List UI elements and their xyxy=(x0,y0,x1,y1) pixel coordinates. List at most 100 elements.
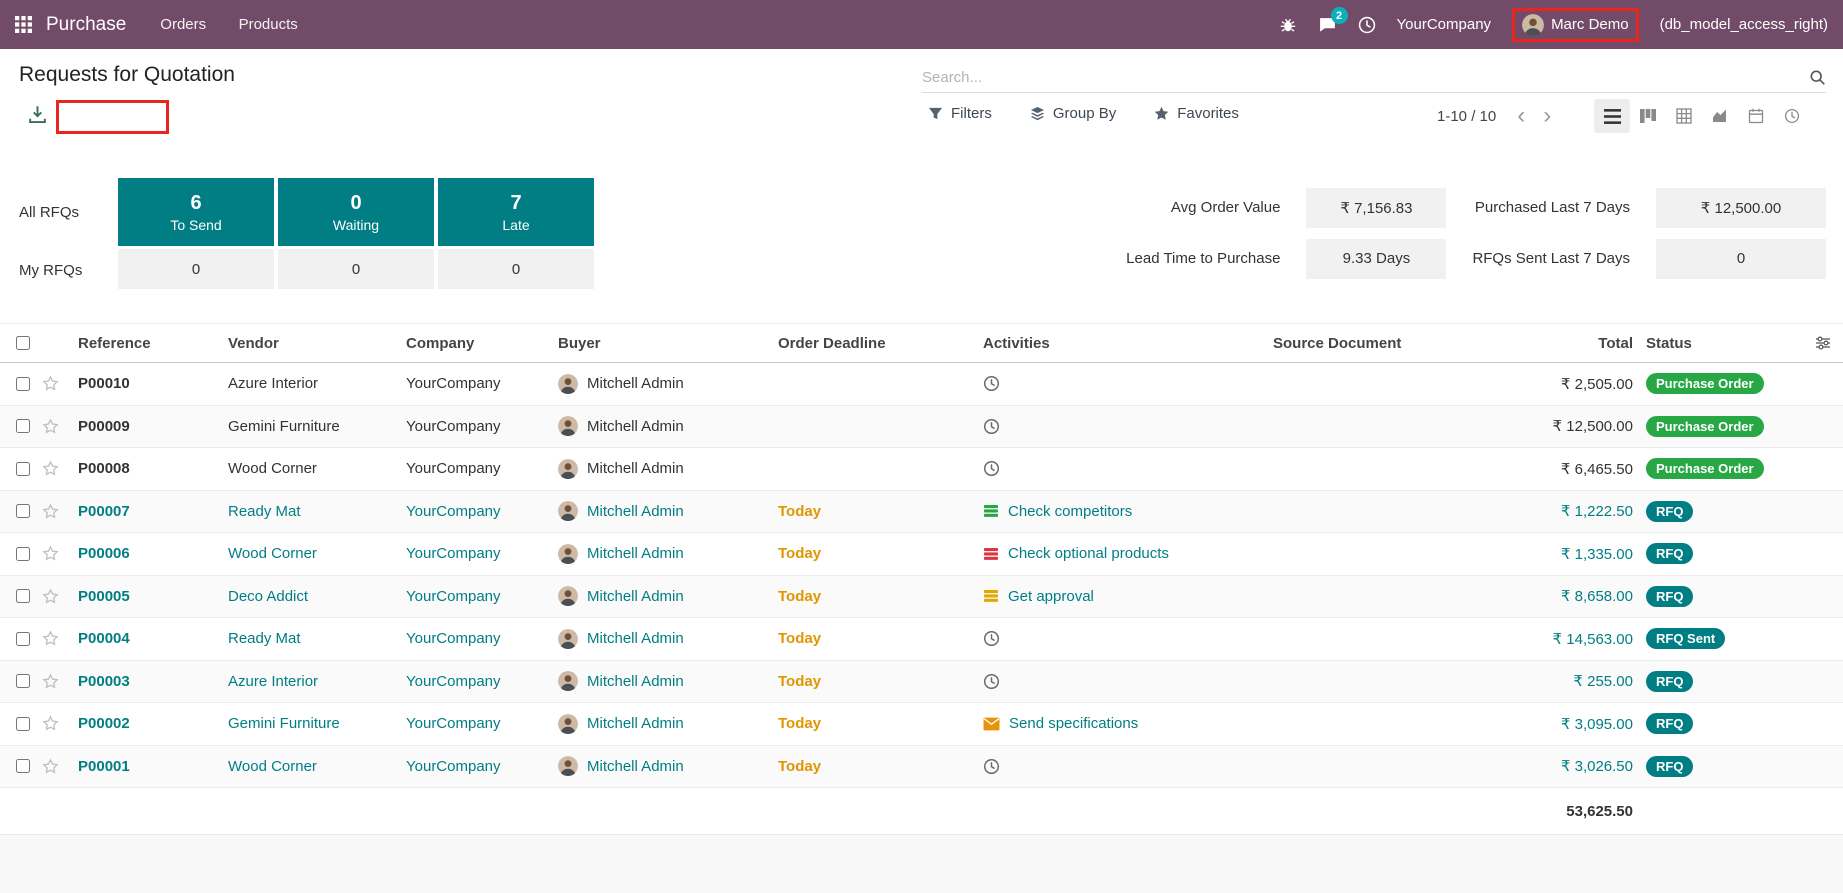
cell-reference[interactable]: P00006 xyxy=(78,545,228,562)
select-all-checkbox[interactable] xyxy=(16,336,30,350)
cell-company[interactable]: YourCompany xyxy=(406,460,558,477)
cell-buyer[interactable]: Mitchell Admin xyxy=(558,373,778,394)
cell-reference[interactable]: P00003 xyxy=(78,673,228,690)
cell-activities[interactable] xyxy=(983,673,1273,690)
cell-reference[interactable]: P00001 xyxy=(78,758,228,775)
header-total[interactable]: Total xyxy=(1508,335,1633,352)
header-activities[interactable]: Activities xyxy=(983,335,1273,352)
favorite-star-icon[interactable] xyxy=(42,418,78,435)
prev-page-chevron[interactable]: ‹ xyxy=(1512,104,1530,128)
optional-columns-icon[interactable] xyxy=(1803,335,1843,351)
cell-buyer[interactable]: Mitchell Admin xyxy=(558,458,778,479)
table-row[interactable]: P00010 Azure Interior YourCompany Mitche… xyxy=(0,363,1843,406)
bug-icon[interactable] xyxy=(1279,16,1297,34)
clock-icon[interactable] xyxy=(983,758,1000,775)
favorite-star-icon[interactable] xyxy=(42,503,78,520)
header-buyer[interactable]: Buyer xyxy=(558,335,778,352)
favorite-star-icon[interactable] xyxy=(42,375,78,392)
cell-reference[interactable]: P00010 xyxy=(78,375,228,392)
cell-vendor[interactable]: Gemini Furniture xyxy=(228,418,406,435)
favorite-star-icon[interactable] xyxy=(42,630,78,647)
card-waiting-my[interactable]: 0 xyxy=(278,249,434,289)
header-order-deadline[interactable]: Order Deadline xyxy=(778,335,983,352)
favorite-star-icon[interactable] xyxy=(42,673,78,690)
list-icon[interactable] xyxy=(983,503,999,519)
row-checkbox[interactable] xyxy=(16,631,30,646)
cell-company[interactable]: YourCompany xyxy=(406,503,558,520)
cell-vendor[interactable]: Deco Addict xyxy=(228,588,406,605)
cell-reference[interactable]: P00004 xyxy=(78,630,228,647)
cell-vendor[interactable]: Azure Interior xyxy=(228,673,406,690)
cell-activities[interactable] xyxy=(983,758,1273,775)
view-pivot-icon[interactable] xyxy=(1666,99,1702,133)
card-late[interactable]: 7 Late 0 xyxy=(438,178,594,289)
favorite-star-icon[interactable] xyxy=(42,588,78,605)
table-row[interactable]: P00007 Ready Mat YourCompany Mitchell Ad… xyxy=(0,490,1843,533)
activity-clock-icon[interactable] xyxy=(1358,16,1376,34)
row-checkbox[interactable] xyxy=(16,504,30,519)
table-row[interactable]: P00009 Gemini Furniture YourCompany Mitc… xyxy=(0,405,1843,448)
favorite-star-icon[interactable] xyxy=(42,715,78,732)
cell-buyer[interactable]: Mitchell Admin xyxy=(558,671,778,692)
row-checkbox[interactable] xyxy=(16,674,30,689)
table-row[interactable]: P00001 Wood Corner YourCompany Mitchell … xyxy=(0,745,1843,788)
cell-company[interactable]: YourCompany xyxy=(406,588,558,605)
search-input[interactable] xyxy=(922,69,1809,86)
cell-company[interactable]: YourCompany xyxy=(406,715,558,732)
cell-buyer[interactable]: Mitchell Admin xyxy=(558,501,778,522)
cell-activities[interactable]: Send specifications xyxy=(983,715,1273,732)
card-to-send[interactable]: 6 To Send 0 xyxy=(118,178,274,289)
card-to-send-my[interactable]: 0 xyxy=(118,249,274,289)
user-avatar[interactable] xyxy=(1522,13,1545,36)
view-calendar-icon[interactable] xyxy=(1738,99,1774,133)
view-list-icon[interactable] xyxy=(1594,99,1630,133)
cell-vendor[interactable]: Azure Interior xyxy=(228,375,406,392)
header-reference[interactable]: Reference xyxy=(78,335,228,352)
row-checkbox[interactable] xyxy=(16,419,30,434)
clock-icon[interactable] xyxy=(983,375,1000,392)
cell-vendor[interactable]: Wood Corner xyxy=(228,545,406,562)
header-vendor[interactable]: Vendor xyxy=(228,335,406,352)
menu-products[interactable]: Products xyxy=(225,0,312,49)
messages-icon[interactable]: 2 xyxy=(1318,7,1348,34)
cell-reference[interactable]: P00002 xyxy=(78,715,228,732)
header-company[interactable]: Company xyxy=(406,335,558,352)
filters-button[interactable]: Filters xyxy=(928,105,992,122)
favorite-star-icon[interactable] xyxy=(42,545,78,562)
favorites-button[interactable]: Favorites xyxy=(1154,105,1239,122)
list-icon[interactable] xyxy=(983,546,999,562)
group-by-button[interactable]: Group By xyxy=(1030,105,1116,122)
cell-buyer[interactable]: Mitchell Admin xyxy=(558,586,778,607)
cell-buyer[interactable]: Mitchell Admin xyxy=(558,543,778,564)
cell-company[interactable]: YourCompany xyxy=(406,673,558,690)
cell-vendor[interactable]: Wood Corner xyxy=(228,758,406,775)
card-waiting[interactable]: 0 Waiting 0 xyxy=(278,178,434,289)
cell-company[interactable]: YourCompany xyxy=(406,375,558,392)
cell-reference[interactable]: P00005 xyxy=(78,588,228,605)
table-row[interactable]: P00008 Wood Corner YourCompany Mitchell … xyxy=(0,448,1843,491)
menu-orders[interactable]: Orders xyxy=(146,0,220,49)
cell-activities[interactable] xyxy=(983,418,1273,435)
cell-buyer[interactable]: Mitchell Admin xyxy=(558,756,778,777)
all-rfqs-label[interactable]: All RFQs xyxy=(19,204,79,221)
card-late-my[interactable]: 0 xyxy=(438,249,594,289)
cell-vendor[interactable]: Gemini Furniture xyxy=(228,715,406,732)
clock-icon[interactable] xyxy=(983,673,1000,690)
cell-company[interactable]: YourCompany xyxy=(406,758,558,775)
table-row[interactable]: P00005 Deco Addict YourCompany Mitchell … xyxy=(0,575,1843,618)
cell-vendor[interactable]: Wood Corner xyxy=(228,460,406,477)
view-graph-icon[interactable] xyxy=(1702,99,1738,133)
cell-activities[interactable]: Get approval xyxy=(983,588,1273,605)
app-name[interactable]: Purchase xyxy=(46,14,126,36)
favorite-star-icon[interactable] xyxy=(42,758,78,775)
download-icon[interactable] xyxy=(28,105,47,129)
next-page-chevron[interactable]: › xyxy=(1538,104,1556,128)
apps-grid-icon[interactable] xyxy=(15,16,32,33)
row-checkbox[interactable] xyxy=(16,461,30,476)
cell-buyer[interactable]: Mitchell Admin xyxy=(558,713,778,734)
table-row[interactable]: P00003 Azure Interior YourCompany Mitche… xyxy=(0,660,1843,703)
row-checkbox[interactable] xyxy=(16,589,30,604)
cell-reference[interactable]: P00009 xyxy=(78,418,228,435)
my-rfqs-label[interactable]: My RFQs xyxy=(19,262,82,279)
stat-rfqs-sent-7days[interactable]: 0 xyxy=(1656,238,1826,279)
